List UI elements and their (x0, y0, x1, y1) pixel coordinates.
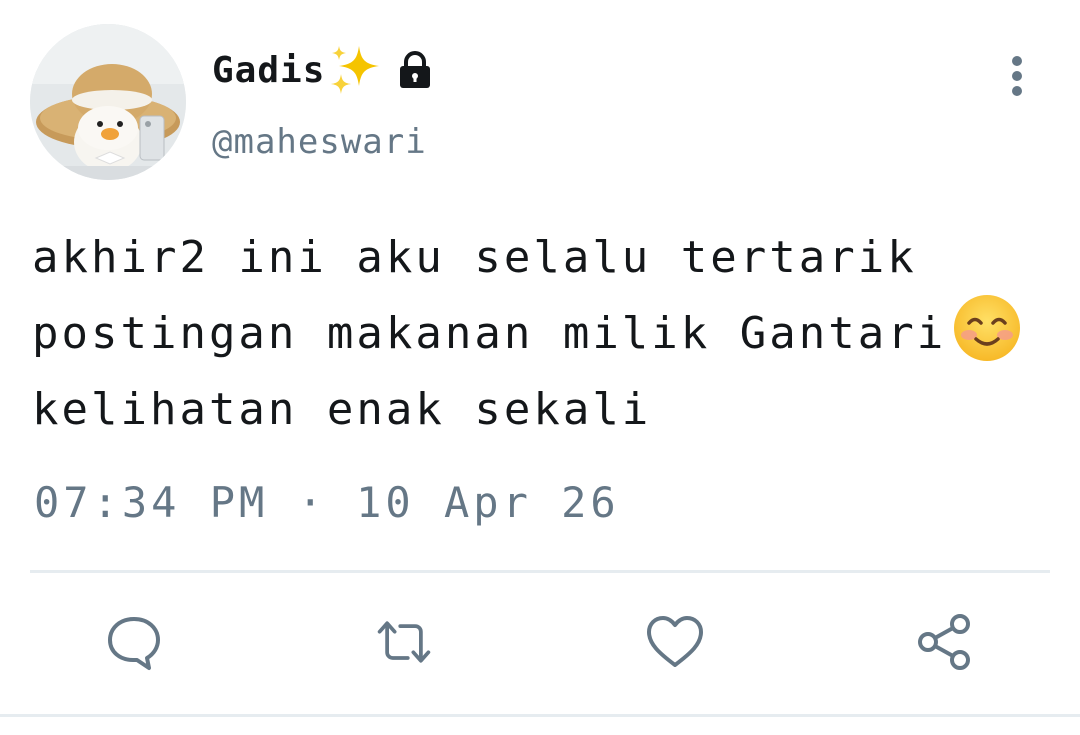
tweet-text-line: kelihatan enak sekali (32, 384, 652, 435)
comment-icon (108, 617, 160, 670)
tweet-text-line: postingan makanan milik Gantari (32, 293, 1062, 372)
share-button[interactable] (914, 612, 974, 672)
more-options-button[interactable] (996, 52, 1038, 100)
avatar-duck-image (30, 24, 186, 180)
tweet-timestamp[interactable]: 07:34 PM · 10 Apr 26 (34, 478, 620, 527)
divider (30, 570, 1050, 573)
share-icon (918, 614, 970, 670)
smiling-face-icon (952, 293, 1022, 363)
author-name-row[interactable]: Gadis (212, 44, 435, 96)
lock-icon (395, 50, 435, 90)
like-button[interactable] (645, 612, 705, 672)
retweet-icon (377, 621, 431, 663)
more-vertical-icon (1012, 56, 1022, 96)
heart-icon (647, 616, 703, 667)
retweet-button[interactable] (374, 612, 434, 672)
bottom-divider (0, 714, 1080, 717)
tweet-text: akhir2 ini aku selalu tertarik postingan… (32, 220, 1062, 448)
display-name[interactable]: Gadis (212, 50, 325, 91)
tweet-text-line: akhir2 ini aku selalu tertarik (32, 232, 917, 283)
reply-button[interactable] (104, 612, 164, 672)
avatar[interactable] (30, 24, 186, 180)
tweet-text-segment: postingan makanan milik Gantari (32, 308, 947, 359)
user-handle[interactable]: @maheswari (212, 122, 427, 162)
sparkles-icon (329, 44, 385, 96)
